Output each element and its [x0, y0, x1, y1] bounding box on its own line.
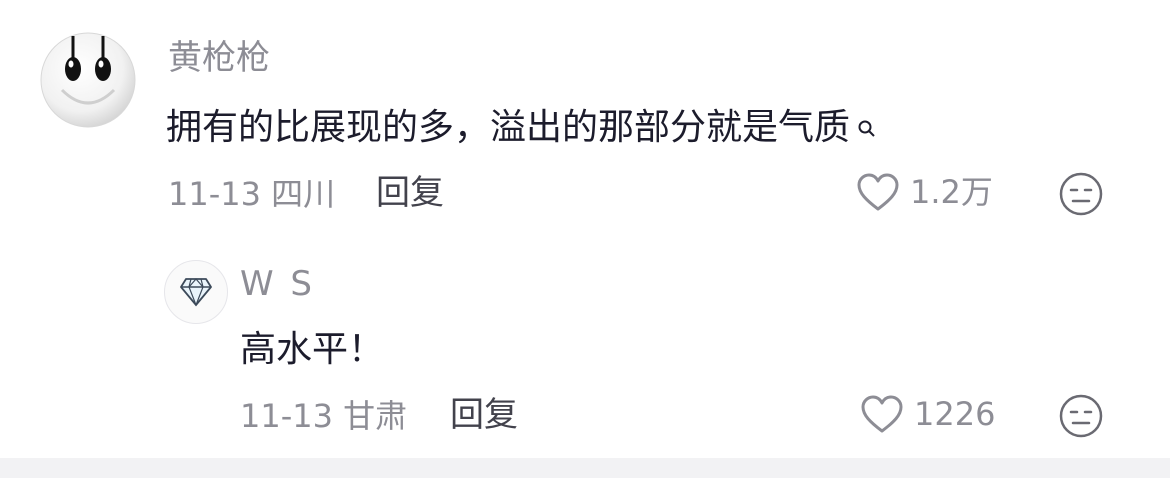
neutral-face-icon [1059, 172, 1103, 216]
reply-dislike-button[interactable] [1058, 393, 1104, 439]
reply-like-button[interactable]: 1226 [860, 394, 995, 434]
reply-avatar[interactable] [164, 260, 228, 324]
comment-location: 四川 [271, 175, 336, 213]
like-count: 1.2万 [910, 173, 993, 211]
heart-icon [857, 173, 899, 211]
reply-date: 11-13 [240, 397, 333, 435]
translate-icon[interactable] [856, 108, 878, 152]
smiley-face-icon [40, 32, 136, 128]
like-button[interactable]: 1.2万 [856, 172, 993, 212]
reply-text: 高水平！ [240, 329, 385, 370]
divider [0, 458, 1170, 478]
comment-thread: 黄枪枪 拥有的比展现的多，溢出的那部分就是气质 11-13 四川 回复 1.2万… [0, 0, 1170, 478]
dislike-button[interactable] [1058, 171, 1104, 217]
reply-meta: 11-13 甘肃 [240, 396, 407, 436]
comment-meta: 11-13 四川 [168, 174, 335, 214]
reply-button[interactable]: 回复 [376, 173, 444, 213]
reply-reply-button[interactable]: 回复 [450, 395, 518, 435]
reply-location: 甘肃 [343, 397, 408, 435]
comment-text: 拥有的比展现的多，溢出的那部分就是气质 [166, 106, 878, 152]
diamond-icon [180, 278, 212, 307]
reply-username[interactable]: W S [240, 264, 315, 304]
reply-like-count: 1226 [914, 395, 996, 433]
neutral-face-icon [1059, 394, 1103, 438]
comment-date: 11-13 [168, 175, 261, 213]
comment-username[interactable]: 黄枪枪 [168, 38, 270, 78]
avatar[interactable] [40, 32, 136, 128]
comment-text-content: 拥有的比展现的多，溢出的那部分就是气质 [166, 107, 851, 148]
heart-icon [861, 395, 903, 433]
